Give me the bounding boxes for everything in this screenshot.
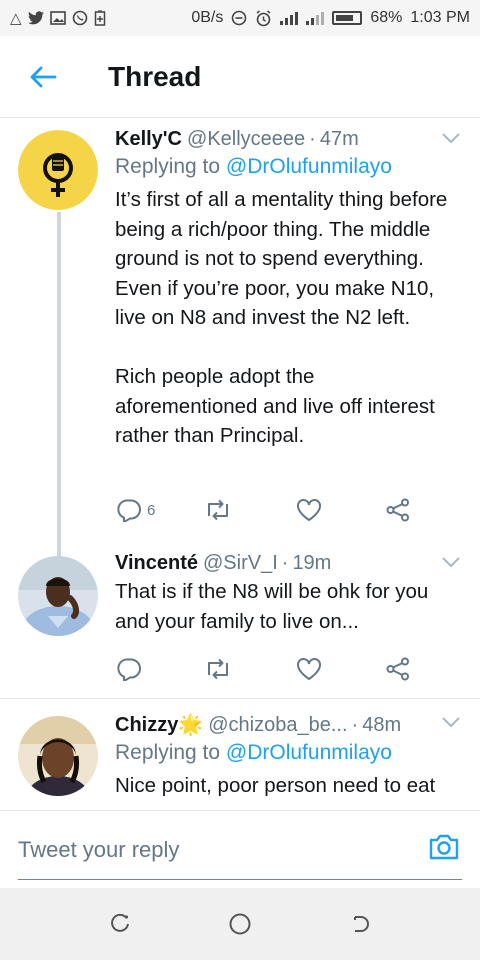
feminist-fist-icon xyxy=(18,130,98,210)
tweet-header: Kelly'C @Kellyceeee · 47m xyxy=(115,128,460,151)
like-button[interactable] xyxy=(296,657,322,681)
author-name[interactable]: Kelly'C xyxy=(115,128,182,151)
reply-input[interactable] xyxy=(18,837,398,863)
tweet-content: Chizzy🌟 @chizoba_be... · 48m Replying to… xyxy=(115,712,460,801)
like-button[interactable] xyxy=(296,498,322,522)
reply-icon xyxy=(117,658,141,681)
share-icon xyxy=(386,657,409,681)
author-handle[interactable]: @Kellyceeee xyxy=(187,128,305,151)
share-button[interactable] xyxy=(385,657,411,681)
tweet[interactable]: Vincenté @SirV_I · 19m That is if the N8… xyxy=(0,540,480,698)
replying-prefix: Replying to xyxy=(115,741,221,764)
profile-photo xyxy=(18,716,98,796)
mention-link[interactable]: @DrOlufunmilayo xyxy=(226,741,392,764)
reply-icon xyxy=(117,499,141,522)
battery-percent: 68% xyxy=(370,9,403,26)
tweet-body: It’s first of all a mentality thing befo… xyxy=(115,185,460,451)
signal-2-icon xyxy=(306,11,325,25)
avatar[interactable] xyxy=(18,556,98,636)
author-handle[interactable]: @SirV_I xyxy=(203,552,278,575)
profile-photo xyxy=(18,556,98,636)
notification-icons: △ xyxy=(10,9,106,27)
replying-prefix: Replying to xyxy=(115,155,221,178)
tweet-time: 47m xyxy=(319,128,359,150)
tweet-actions: 6 xyxy=(115,498,415,528)
back-nav-button[interactable] xyxy=(340,904,380,944)
author-name[interactable]: Chizzy🌟 xyxy=(115,712,203,737)
system-nav-bar xyxy=(0,888,480,960)
twitter-icon xyxy=(27,11,44,25)
thread-line xyxy=(57,212,61,568)
reply-button[interactable] xyxy=(117,657,143,681)
separator-dot: · xyxy=(281,552,289,574)
tweet-actions xyxy=(115,657,415,687)
system-status: 0B/s 68% 1:03 PM xyxy=(191,9,470,27)
warning-icon: △ xyxy=(10,10,22,27)
image-icon xyxy=(49,11,66,25)
tweet-content: Vincenté @SirV_I · 19m That is if the N8… xyxy=(115,552,460,636)
tweet-time: 48m xyxy=(362,714,402,736)
tweet-header: Chizzy🌟 @chizoba_be... · 48m xyxy=(115,712,460,737)
separator-dot: · xyxy=(351,714,359,736)
author-handle[interactable]: @chizoba_be... xyxy=(208,714,347,737)
battery-icon xyxy=(332,11,363,25)
status-bar: △ 0B/s 68% 1:03 PM xyxy=(0,0,480,36)
tweet[interactable]: Kelly'C @Kellyceeee · 47m Replying to @D… xyxy=(0,118,480,568)
replying-to: Replying to @DrOlufunmilayo xyxy=(115,155,460,179)
recent-apps-button[interactable] xyxy=(100,904,140,944)
back-button[interactable] xyxy=(12,47,74,107)
camera-icon xyxy=(429,834,459,860)
retweet-icon xyxy=(208,658,228,680)
back-nav-icon xyxy=(354,916,369,932)
tweet-time: 19m xyxy=(292,552,332,574)
tweet-body: That is if the N8 will be ohk for you an… xyxy=(115,580,429,633)
share-button[interactable] xyxy=(385,498,411,522)
recent-apps-icon xyxy=(111,913,129,932)
app-bar: Thread xyxy=(0,36,480,118)
retweet-button[interactable] xyxy=(203,657,233,681)
do-not-disturb-icon xyxy=(232,10,247,26)
mention-link[interactable]: @DrOlufunmilayo xyxy=(226,155,392,178)
reply-button[interactable]: 6 xyxy=(117,498,155,522)
tweet-paragraph: It’s first of all a mentality thing befo… xyxy=(115,188,448,329)
chevron-down-icon[interactable] xyxy=(442,132,460,144)
share-icon xyxy=(386,498,409,522)
separator-dot: · xyxy=(309,128,316,150)
chevron-down-icon[interactable] xyxy=(442,556,460,568)
reply-bar xyxy=(0,810,480,888)
whatsapp-icon xyxy=(72,10,87,26)
net-speed: 0B/s xyxy=(191,9,224,26)
author-name[interactable]: Vincenté xyxy=(115,552,198,575)
tweet-content: Kelly'C @Kellyceeee · 47m Replying to @D… xyxy=(115,128,460,451)
home-circle-icon xyxy=(229,913,251,935)
alarm-icon xyxy=(256,9,271,26)
reply-count: 6 xyxy=(147,501,156,519)
home-button[interactable] xyxy=(220,904,260,944)
tweet-body: Nice point, poor person need to eat xyxy=(115,774,436,797)
retweet-icon xyxy=(208,499,228,521)
clock: 1:03 PM xyxy=(410,9,470,26)
page-title: Thread xyxy=(108,60,202,92)
camera-button[interactable] xyxy=(428,833,460,866)
tweet[interactable]: Chizzy🌟 @chizoba_be... · 48m Replying to… xyxy=(0,699,480,810)
replying-to: Replying to @DrOlufunmilayo xyxy=(115,741,460,765)
tweet-header: Vincenté @SirV_I · 19m xyxy=(115,552,460,575)
retweet-button[interactable] xyxy=(203,498,233,522)
thread-feed[interactable]: Kelly'C @Kellyceeee · 47m Replying to @D… xyxy=(0,118,480,810)
signal-1-icon xyxy=(280,11,299,25)
avatar[interactable] xyxy=(18,716,98,796)
chevron-down-icon[interactable] xyxy=(442,716,460,728)
reply-underline xyxy=(18,879,462,880)
heart-icon xyxy=(297,658,321,681)
battery-saver-icon xyxy=(94,10,105,26)
back-arrow-icon xyxy=(30,66,57,87)
heart-icon xyxy=(297,499,321,522)
avatar[interactable] xyxy=(18,130,98,210)
tweet-paragraph: Rich people adopt the aforementioned and… xyxy=(115,365,435,447)
